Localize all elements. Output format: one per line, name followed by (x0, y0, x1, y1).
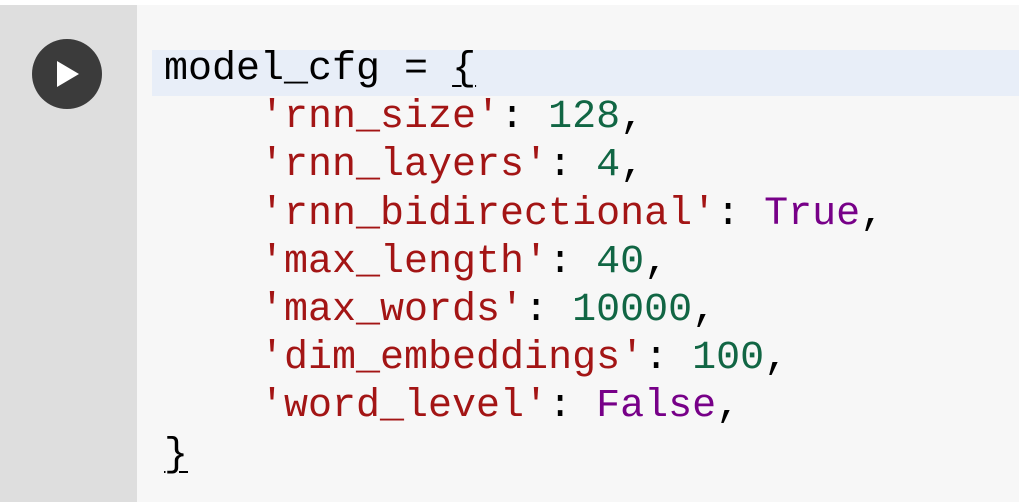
dict-value: True (764, 191, 861, 237)
dict-key: 'rnn_layers' (260, 143, 549, 189)
dict-key: 'word_level' (260, 384, 549, 430)
play-icon (53, 59, 81, 89)
variable-name: model_cfg (164, 47, 381, 92)
dict-value: 40 (596, 239, 645, 285)
trailing-comma: , (764, 336, 789, 382)
dict-entry-line: 'rnn_bidirectional': True, (164, 191, 884, 239)
trailing-comma: , (620, 95, 645, 141)
close-brace: } (164, 432, 189, 478)
dict-value: 4 (596, 143, 621, 189)
dict-value: False (596, 384, 717, 430)
dict-entry-line: 'rnn_size': 128, (164, 94, 884, 142)
dict-entry-line: 'max_words': 10000, (164, 287, 884, 335)
code-text: model_cfg = { 'rnn_size': 128, 'rnn_laye… (164, 46, 884, 480)
open-brace: { (452, 47, 477, 92)
trailing-comma: , (716, 384, 741, 430)
code-cell[interactable]: model_cfg = { 'rnn_size': 128, 'rnn_laye… (0, 0, 1019, 502)
trailing-comma: , (644, 239, 669, 285)
dict-entries: 'rnn_size': 128, 'rnn_layers': 4, 'rnn_b… (164, 94, 884, 431)
dict-value: 128 (548, 95, 621, 141)
trailing-comma: , (620, 143, 645, 189)
assign-operator: = (380, 47, 453, 92)
key-separator: : (716, 191, 765, 237)
code-line-close: } (164, 432, 884, 480)
key-separator: : (524, 287, 573, 333)
dict-key: 'rnn_size' (260, 95, 501, 141)
code-line-1: model_cfg = { (164, 46, 884, 94)
key-separator: : (644, 336, 693, 382)
dict-key: 'rnn_bidirectional' (260, 191, 717, 237)
key-separator: : (548, 143, 597, 189)
dict-key: 'max_words' (260, 287, 525, 333)
dict-entry-line: 'rnn_layers': 4, (164, 142, 884, 190)
trailing-comma: , (692, 287, 717, 333)
code-editor[interactable]: model_cfg = { 'rnn_size': 128, 'rnn_laye… (152, 46, 1019, 502)
dict-entry-line: 'word_level': False, (164, 383, 884, 431)
cell-top-border (0, 0, 1019, 5)
run-cell-button[interactable] (32, 39, 102, 109)
key-separator: : (548, 384, 597, 430)
key-separator: : (548, 239, 597, 285)
dict-key: 'dim_embeddings' (260, 336, 645, 382)
key-separator: : (500, 95, 549, 141)
trailing-comma: , (860, 191, 885, 237)
dict-entry-line: 'dim_embeddings': 100, (164, 335, 884, 383)
dict-value: 10000 (572, 287, 693, 333)
dict-key: 'max_length' (260, 239, 549, 285)
dict-entry-line: 'max_length': 40, (164, 239, 884, 287)
dict-value: 100 (692, 336, 765, 382)
